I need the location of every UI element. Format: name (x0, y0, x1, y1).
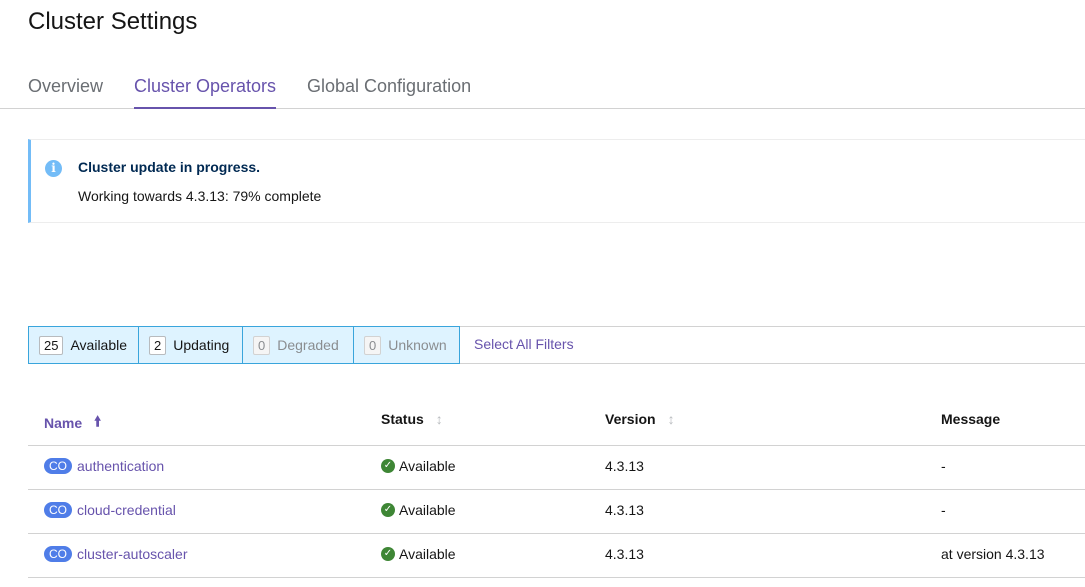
cluster-operator-badge: CO (44, 546, 72, 562)
cluster-operator-badge: CO (44, 458, 72, 474)
filter-available[interactable]: 25 Available (28, 326, 139, 364)
column-header-status[interactable]: Status ↕ (381, 411, 443, 427)
column-label: Status (381, 411, 424, 427)
tab-cluster-operators[interactable]: Cluster Operators (134, 76, 277, 109)
status-filter-bar: 25 Available 2 Updating 0 Degraded 0 Unk… (28, 326, 1085, 364)
tab-bar: Overview Cluster Operators Global Config… (0, 70, 1085, 109)
status-cell: ✓ Available (381, 502, 456, 518)
alert-title: Cluster update in progress. (78, 159, 261, 175)
sort-icon[interactable]: ↕ (668, 411, 675, 427)
operator-name-cell: CO cluster-autoscaler (44, 546, 188, 562)
tab-overview[interactable]: Overview (28, 76, 103, 109)
column-label: Name (44, 415, 83, 431)
table-row: CO cluster-autoscaler ✓ Available 4.3.13… (28, 534, 1085, 578)
sort-icon[interactable]: ↕ (436, 411, 443, 427)
select-all-filters-link[interactable]: Select All Filters (474, 336, 574, 352)
operator-link[interactable]: cloud-credential (77, 502, 176, 518)
filter-count: 0 (253, 335, 271, 355)
column-header-name[interactable]: Name 🠙 (44, 411, 101, 435)
operator-name-cell: CO cloud-credential (44, 502, 176, 518)
status-text: Available (399, 502, 456, 518)
cluster-operators-table: Name 🠙 Status ↕ Version ↕ Message CO aut… (28, 398, 1085, 578)
filter-label: Updating (173, 337, 230, 353)
check-circle-icon: ✓ (381, 503, 395, 517)
check-circle-icon: ✓ (381, 547, 395, 561)
tab-global-configuration[interactable]: Global Configuration (307, 76, 471, 109)
version-cell: 4.3.13 (605, 502, 644, 518)
filter-updating[interactable]: 2 Updating (138, 326, 243, 364)
column-header-message: Message (941, 411, 1000, 427)
check-circle-icon: ✓ (381, 459, 395, 473)
column-label: Version (605, 411, 656, 427)
operator-link[interactable]: authentication (77, 458, 164, 474)
version-cell: 4.3.13 (605, 546, 644, 562)
table-header: Name 🠙 Status ↕ Version ↕ Message (28, 398, 1085, 446)
status-text: Available (399, 458, 456, 474)
filter-count: 2 (149, 335, 167, 355)
filter-unknown[interactable]: 0 Unknown (353, 326, 460, 364)
filter-label: Degraded (277, 337, 339, 353)
alert-body: Working towards 4.3.13: 79% complete (78, 188, 322, 204)
info-icon: i (45, 160, 62, 177)
page-title: Cluster Settings (28, 8, 198, 35)
filter-label: Available (70, 337, 128, 353)
message-cell: - (941, 458, 946, 474)
column-header-version[interactable]: Version ↕ (605, 411, 675, 427)
update-alert: i Cluster update in progress. Working to… (28, 139, 1085, 223)
operator-name-cell: CO authentication (44, 458, 164, 474)
cluster-operator-badge: CO (44, 502, 72, 518)
table-row: CO authentication ✓ Available 4.3.13 - (28, 446, 1085, 490)
filter-count: 0 (364, 335, 382, 355)
table-row: CO cloud-credential ✓ Available 4.3.13 - (28, 490, 1085, 534)
status-cell: ✓ Available (381, 458, 456, 474)
message-cell: - (941, 502, 946, 518)
operator-link[interactable]: cluster-autoscaler (77, 546, 188, 562)
sort-ascending-icon[interactable]: 🠙 (94, 411, 101, 435)
version-cell: 4.3.13 (605, 458, 644, 474)
filter-count: 25 (39, 335, 64, 355)
message-cell: at version 4.3.13 (941, 546, 1045, 562)
status-cell: ✓ Available (381, 546, 456, 562)
filter-label: Unknown (388, 337, 447, 353)
filter-degraded[interactable]: 0 Degraded (242, 326, 354, 364)
column-label: Message (941, 411, 1001, 427)
status-text: Available (399, 546, 456, 562)
